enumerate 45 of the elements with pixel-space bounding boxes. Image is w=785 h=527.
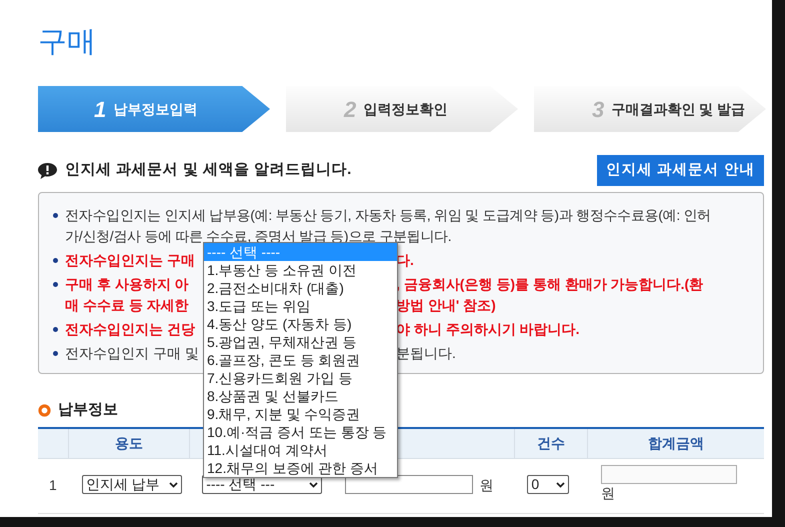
section-ring-icon [38, 404, 51, 416]
step-label: 구매결과확인 및 발급 [611, 100, 746, 118]
unit-label: 원 [601, 484, 615, 502]
count-select[interactable]: 0 [527, 475, 570, 494]
unit-label: 원 [479, 476, 494, 495]
dropdown-option[interactable]: 5.광업권, 무체재산권 등 [204, 333, 397, 351]
dropdown-option[interactable]: 6.골프장, 콘도 등 회원권 [204, 351, 397, 369]
dropdown-option[interactable]: 3.도급 또는 위임 [204, 297, 397, 315]
dropdown-option[interactable]: 7.신용카드회원 가입 등 [204, 369, 397, 387]
info-text: 전자수입인지는 인지세 납부용(예: 부동산 등기, 자동차 등록, 위임 및 도급계약 등)과 행정수수료용(예: 인허 [65, 206, 711, 225]
dropdown-option[interactable]: 4.동산 양도 (자동차 등) [204, 315, 397, 333]
dropdown-option[interactable]: 2.금전소비대차 (대출) [204, 279, 397, 297]
section-title: 납부정보 [58, 400, 118, 420]
step-number: 1 [94, 96, 106, 124]
alert-speech-bubble-icon [38, 162, 57, 178]
dropdown-option[interactable]: 8.상품권 및 선불카드 [204, 387, 397, 405]
notice-heading: 인지세 과세문서 및 세액을 알려드립니다. [65, 160, 352, 180]
total-amount-input[interactable] [601, 465, 737, 484]
column-header: 건수 [537, 434, 566, 453]
chevron-down-icon [309, 482, 318, 488]
info-text: 전자수입인지는 건당 [65, 320, 196, 339]
dropdown-option[interactable]: 12.채무의 보증에 관한 증서 [204, 459, 397, 477]
row-number: 1 [49, 476, 57, 495]
column-header: 용도 [114, 434, 143, 453]
tax-document-guide-button[interactable]: 인지세 과세문서 안내 [597, 155, 764, 186]
dropdown-option[interactable]: 10.예·적금 증서 또는 통장 등 [204, 423, 397, 441]
info-text: 전자수입인지는 구매 [65, 251, 196, 270]
chevron-down-icon [168, 482, 178, 488]
info-text: 분됩니다. [396, 344, 456, 363]
dropdown-option[interactable]: 9.채무, 지분 및 수익증권 [204, 405, 397, 423]
info-text: 구매 후 사용하지 아 [65, 275, 190, 294]
column-header: 합계금액 [648, 434, 704, 453]
usage-select[interactable]: 인지세 납부 [82, 475, 182, 494]
page-title: 구매 [38, 25, 97, 60]
info-text: 매 수수료 등 자세한 [65, 296, 190, 315]
info-text: 전자수입인지 구매 및 [65, 344, 200, 363]
dropdown-option[interactable]: 11.시설대여 계약서 [204, 441, 397, 459]
dropdown-option[interactable]: 1.부동산 등 소유권 이전 [204, 261, 397, 279]
step-number: 2 [344, 96, 356, 124]
step-number: 3 [592, 96, 604, 124]
chevron-down-icon [556, 482, 566, 488]
step-label: 입력정보확인 [363, 100, 448, 118]
amount-input[interactable] [345, 475, 474, 494]
step-label: 납부정보입력 [113, 100, 198, 118]
info-text: 방법 안내' 참조) [396, 296, 496, 315]
